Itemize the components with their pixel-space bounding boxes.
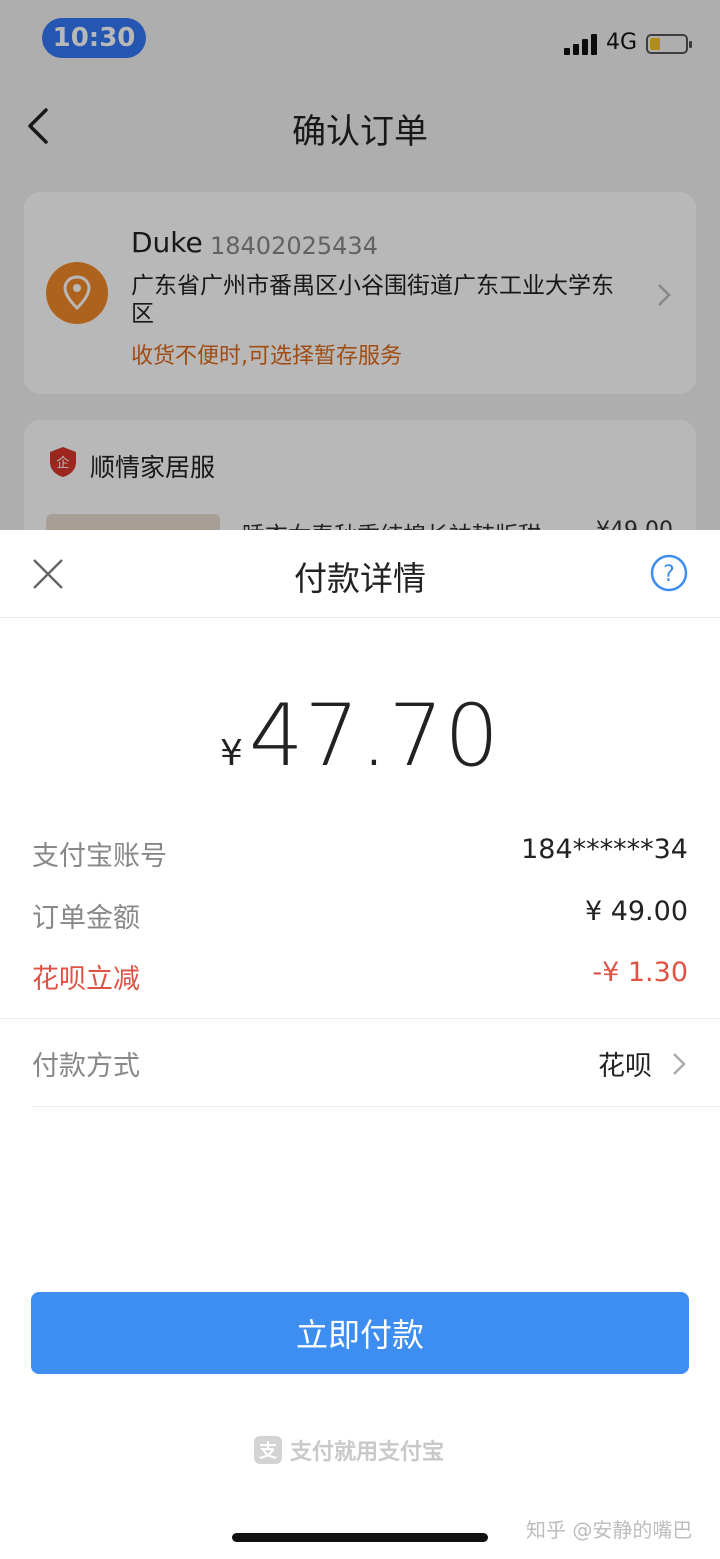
payment-detail-sheet: 付款详情 ? ¥47.70 支付宝账号 184******34 订单金额 ¥ 4… [0,530,720,1559]
account-label: 支付宝账号 [32,841,167,872]
payment-method-label: 付款方式 [32,1051,140,1082]
pay-now-button[interactable]: 立即付款 [31,1292,689,1374]
discount-row: 花呗立减 -¥ 1.30 [32,957,688,997]
chevron-right-icon [673,1053,686,1075]
order-amount-value: ¥ 49.00 [584,896,688,927]
payment-method-value: 花呗 [598,1051,652,1082]
alipay-logo: 支 支付就用支付宝 [254,1434,444,1466]
help-icon[interactable]: ? [650,554,688,592]
divider [0,1018,720,1019]
amount-value: 47.70 [248,686,501,786]
payment-amount: ¥47.70 [0,686,720,786]
home-indicator[interactable] [232,1533,488,1542]
divider [32,1106,720,1107]
discount-value: -¥ 1.30 [592,957,688,988]
watermark: 知乎 @安静的嘴巴 [526,1518,693,1542]
order-amount-row: 订单金额 ¥ 49.00 [32,896,688,936]
amount-currency: ¥ [219,733,243,774]
discount-label: 花呗立减 [32,964,140,995]
account-row: 支付宝账号 184******34 [32,834,688,874]
svg-text:?: ? [663,562,675,587]
alipay-icon: 支 [254,1436,282,1464]
order-amount-label: 订单金额 [32,903,140,934]
sheet-header: 付款详情 ? [0,530,720,618]
payment-method-row[interactable]: 付款方式 花呗 [32,1044,688,1084]
sheet-title: 付款详情 [294,559,426,598]
account-value: 184******34 [521,834,688,865]
alipay-slogan: 支付就用支付宝 [290,1440,445,1465]
